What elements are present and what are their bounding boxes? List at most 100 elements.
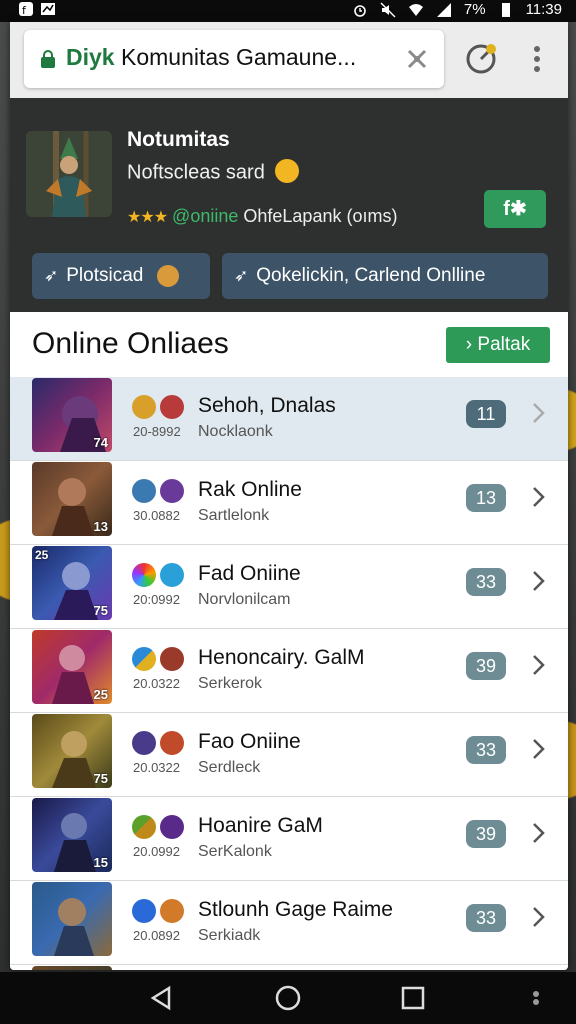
rating-stars-icon: ★★★	[127, 209, 168, 226]
count-badge: 39	[466, 652, 506, 680]
menu-more-icon[interactable]	[520, 42, 554, 76]
count-badge: 11	[466, 400, 506, 428]
list-item[interactable]: 20.0892 Stlounh Gage Raime Serkiadk 33	[10, 881, 568, 965]
status-bar: f 7% 11:39	[0, 0, 576, 22]
row-subtitle: Serdleck	[198, 759, 261, 776]
online-label: @oniine	[172, 206, 239, 226]
gold-emblem-icon	[132, 395, 156, 419]
mini-icons	[132, 563, 184, 587]
hero-art	[54, 898, 94, 956]
url-path: Komunitas Gamaune...	[114, 44, 357, 70]
notification-icons: f	[18, 1, 56, 17]
count-badge: 33	[466, 736, 506, 764]
row-name: Hoanire GaM	[198, 814, 323, 837]
arrow-icon: ➶	[234, 266, 249, 285]
count-badge: 39	[466, 820, 506, 848]
url-bar[interactable]: Diyk Komunitas Gamaune...	[24, 30, 444, 88]
row-subtitle: Serkerok	[198, 675, 263, 692]
row-code: 30.0882	[133, 508, 180, 523]
orange-emblem-icon	[160, 899, 184, 923]
lock-icon	[41, 50, 55, 68]
row-code: 20.0992	[133, 844, 180, 859]
online-text: OhfeLapank (oıms)	[243, 206, 398, 226]
game-thumbnail	[32, 882, 112, 956]
wifi-icon	[408, 3, 423, 16]
violet-emblem-icon	[160, 815, 184, 839]
warrior-illustration	[26, 131, 112, 217]
m-emblem-icon	[132, 899, 156, 923]
back-icon[interactable]	[147, 984, 175, 1012]
thumb-number: 15	[93, 855, 108, 870]
action-pill-a[interactable]: ➶ Plotsicad	[32, 253, 210, 299]
more-icon[interactable]	[522, 984, 550, 1012]
mini-icons	[132, 815, 184, 839]
game-thumbnail: 25 75	[32, 546, 112, 620]
row-name: Rak Online	[198, 478, 302, 501]
count-badge: 33	[466, 904, 506, 932]
thumb-number: 25	[93, 687, 108, 702]
row-code: 20:0992	[133, 592, 180, 607]
row-subtitle: Norvlonilcam	[198, 591, 291, 608]
signal-icon	[436, 2, 451, 17]
chevron-right-icon	[533, 823, 545, 843]
home-icon[interactable]	[274, 984, 302, 1012]
url-text: Diyk Komunitas Gamaune...	[66, 44, 356, 71]
chevron-right-icon: ›	[465, 334, 473, 355]
smiley-emoji-icon	[274, 159, 299, 183]
row-subtitle: SerKalonk	[198, 843, 272, 860]
battery-icon	[501, 2, 510, 17]
list-item[interactable]: 75 20.0322 Fao Oniine Serdleck 33	[10, 713, 568, 797]
chevron-right-icon	[533, 907, 545, 927]
shield-emblem-icon	[132, 731, 156, 755]
chevron-right-icon	[533, 571, 545, 591]
thumb-number: 74	[93, 435, 108, 450]
share-button[interactable]: f✱	[484, 190, 546, 228]
section-action-button[interactable]: › Paltak	[446, 327, 550, 363]
url-domain: Diyk	[66, 44, 115, 70]
thumb-number: 75	[93, 603, 108, 618]
list-item[interactable]: 13 30.0882 Rak Online Sartlelonk 13	[10, 461, 568, 545]
mini-icons	[132, 479, 184, 503]
game-thumbnail: 13	[32, 462, 112, 536]
mini-icons	[132, 395, 184, 419]
message-notification-icon	[41, 3, 55, 15]
list-item[interactable]: 25 75 20:0992 Fad Oniine Norvlonilcam 33	[10, 545, 568, 629]
recents-icon[interactable]	[399, 984, 427, 1012]
clear-url-icon[interactable]	[404, 46, 430, 72]
game-thumbnail: 25	[32, 630, 112, 704]
stripe-emblem-icon	[132, 815, 156, 839]
row-code: 20.0892	[133, 928, 180, 943]
action-pill-b-label: Qokelickin, Carlend Onlline	[256, 265, 486, 286]
red-emblem-icon	[160, 395, 184, 419]
row-name: Fao Oniine	[198, 730, 301, 753]
row-name: Fad Oniine	[198, 562, 301, 585]
chevron-right-icon	[533, 487, 545, 507]
list-item-partial[interactable]	[10, 965, 568, 970]
blue-yellow-emblem-icon	[132, 647, 156, 671]
chevron-right-icon	[533, 403, 545, 423]
game-title: Notumitas	[127, 128, 230, 151]
rainbow-emblem-icon	[132, 563, 156, 587]
navigation-bar	[0, 972, 576, 1024]
game-thumbnail: 74	[32, 378, 112, 452]
purple-emblem-icon	[160, 479, 184, 503]
count-badge: 33	[466, 568, 506, 596]
list-item[interactable]: 15 20.0992 Hoanire GaM SerKalonk 39	[10, 797, 568, 881]
play-emblem-icon	[160, 563, 184, 587]
data-saver-icon[interactable]	[464, 42, 498, 76]
battery-percent: 7%	[463, 1, 486, 18]
arrow-icon: ➶	[44, 266, 59, 285]
list-item[interactable]: 25 20.0322 Henoncairy. GalM Serkerok 39	[10, 629, 568, 713]
row-subtitle: Nocklaonk	[198, 423, 273, 440]
section-action-label: Paltak	[477, 334, 531, 355]
count-badge: 13	[466, 484, 506, 512]
game-thumbnail	[32, 966, 112, 970]
system-icons: 7% 11:39	[352, 1, 562, 18]
clock: 11:39	[525, 1, 562, 18]
action-pill-b[interactable]: ➶ Qokelickin, Carlend Onlline	[222, 253, 548, 299]
row-code: 20.0322	[133, 676, 180, 691]
game-subtitle: Noftscleas sard	[127, 159, 299, 185]
dragon-emblem-icon	[160, 731, 184, 755]
list-item[interactable]: 74 20-8992 Sehoh, Dnalas Nocklaonk 11	[10, 377, 568, 461]
thumb-number: 75	[93, 771, 108, 786]
